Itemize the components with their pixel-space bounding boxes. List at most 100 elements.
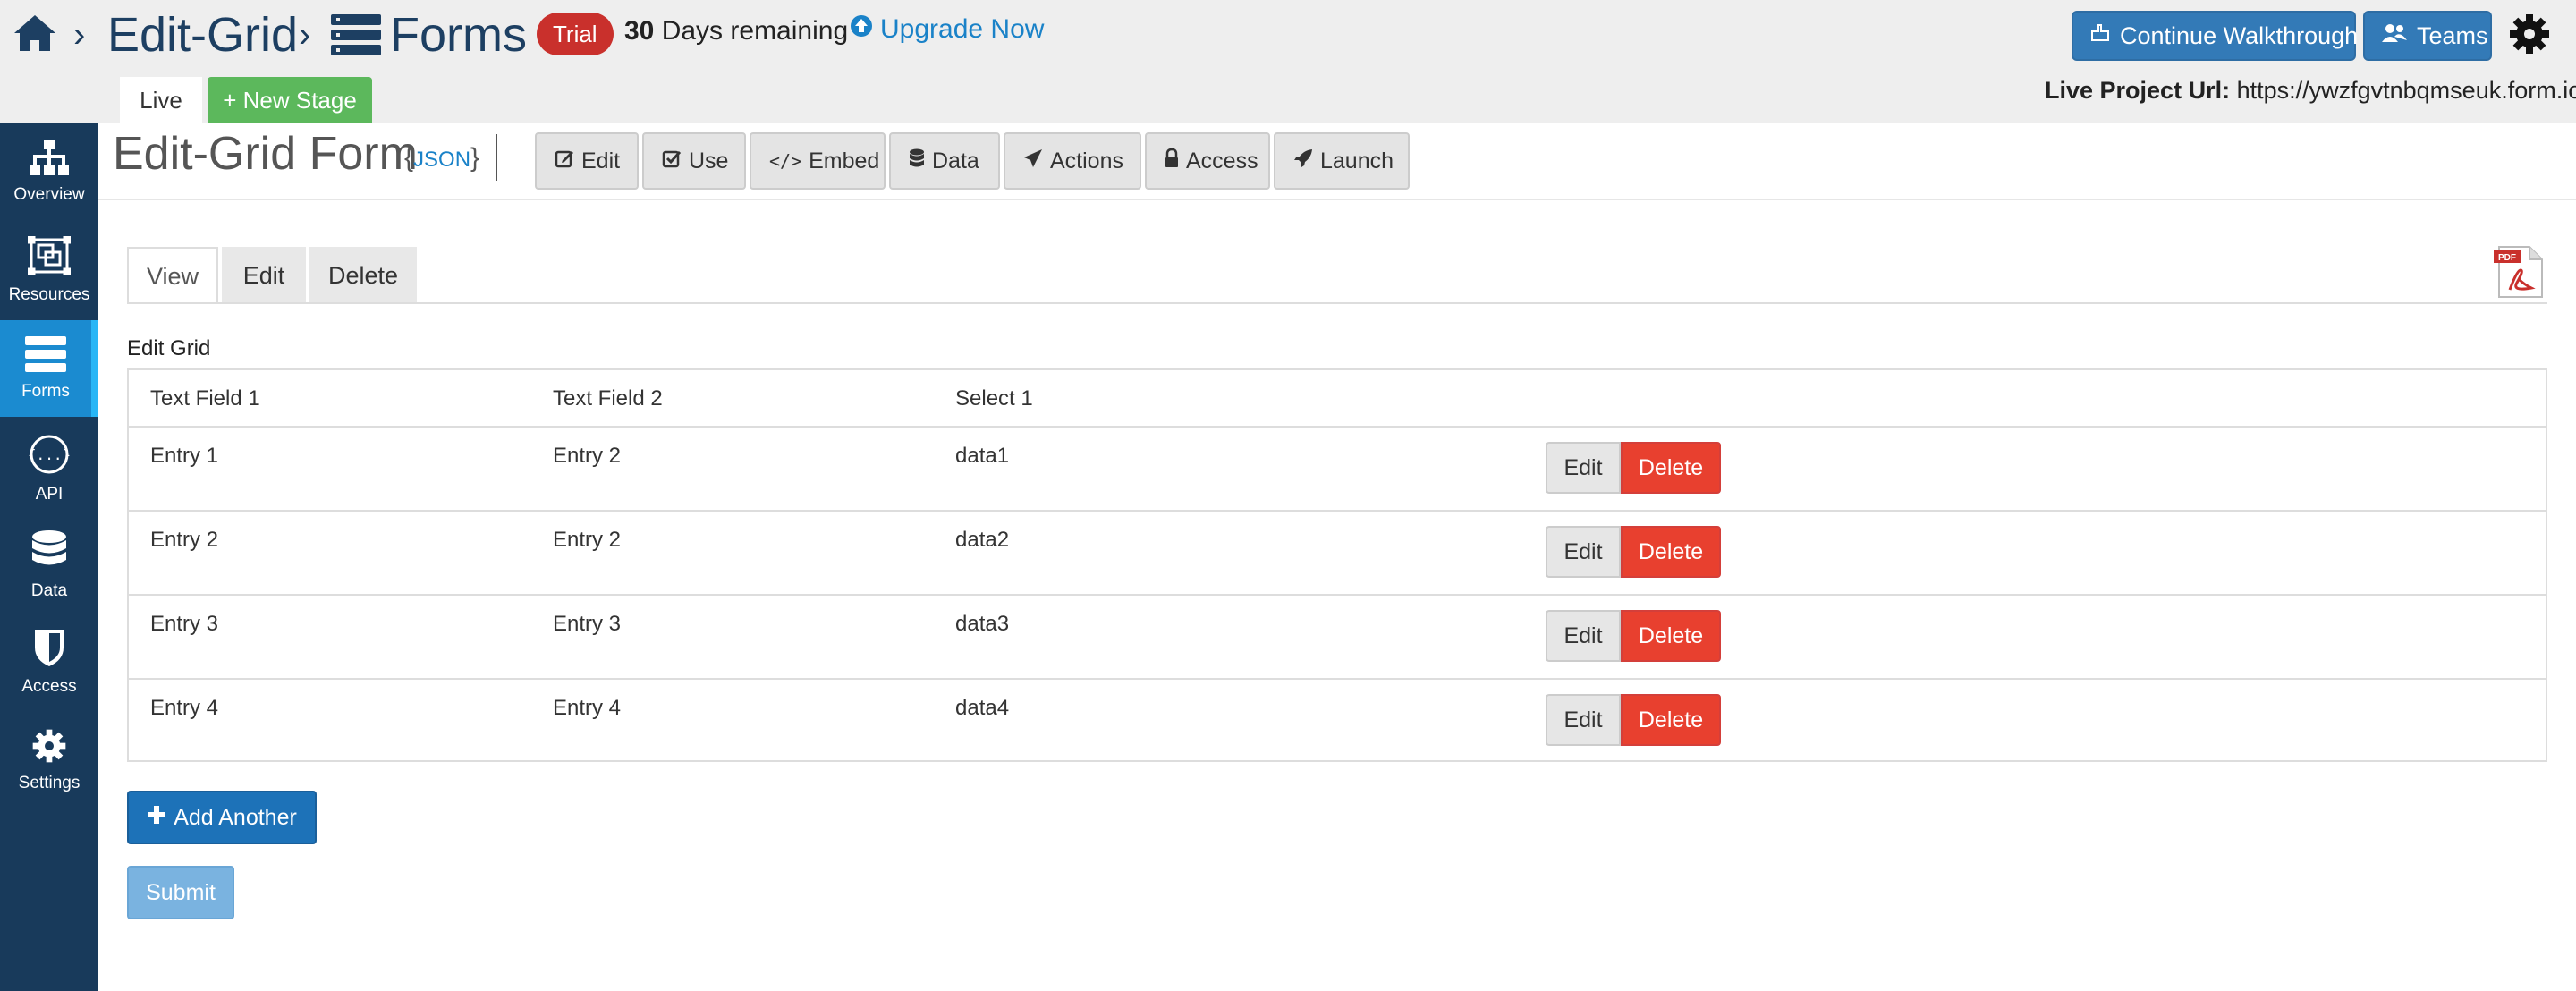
- tab-delete[interactable]: Delete: [309, 247, 417, 304]
- grid-header-cell: Select 1: [955, 386, 1033, 411]
- grid-cell: Entry 4: [150, 696, 219, 720]
- database-icon: [31, 529, 67, 576]
- grid-cell: Entry 2: [553, 528, 622, 552]
- users-icon: [2381, 22, 2408, 50]
- breadcrumb-separator: ›: [73, 14, 86, 55]
- breadcrumb-project[interactable]: Edit-Grid: [107, 0, 298, 70]
- row-actions: Edit Delete: [1546, 694, 1721, 746]
- forms-icon: [25, 335, 66, 377]
- trial-badge: Trial: [537, 13, 614, 55]
- home-icon: [13, 13, 57, 57]
- teams-button[interactable]: Teams: [2363, 11, 2492, 61]
- row-actions: Edit Delete: [1546, 526, 1721, 578]
- continue-walkthrough-button[interactable]: Continue Walkthrough: [2072, 11, 2358, 61]
- add-another-button[interactable]: Add Another: [127, 791, 317, 844]
- sidebar-item-settings[interactable]: Settings: [0, 712, 98, 809]
- new-stage-button[interactable]: + New Stage: [208, 77, 372, 123]
- rocket-icon: [1293, 148, 1313, 174]
- resources-icon: [26, 234, 72, 280]
- arrow-circle-up-icon: [850, 14, 873, 45]
- grid-cell: Entry 3: [553, 612, 622, 636]
- sidebar-item-forms[interactable]: Forms: [0, 320, 98, 417]
- form-nav-actions-button[interactable]: Actions: [1004, 132, 1141, 190]
- grid-cell: data1: [955, 444, 1010, 468]
- form-nav: Edit Use </> Embed Data Actions Access L…: [535, 132, 1410, 190]
- grid-cell: data4: [955, 696, 1010, 720]
- sidebar-item-resources[interactable]: Resources: [0, 222, 98, 318]
- form-nav-embed-button[interactable]: </> Embed: [750, 132, 886, 190]
- sidebar-item-api[interactable]: {...} API: [0, 420, 98, 517]
- grid-row: Entry 1 Entry 2 data1 Edit Delete: [129, 428, 2546, 512]
- record-tabs: View Edit Delete: [127, 247, 417, 304]
- top-bar: › Edit-Grid › Forms Trial 30 Days remain…: [0, 0, 2576, 123]
- row-edit-button[interactable]: Edit: [1546, 694, 1621, 746]
- header-divider: [98, 199, 2576, 200]
- breadcrumb-forms[interactable]: Forms: [331, 0, 527, 70]
- sidebar: Overview Resources Forms {...} API Data …: [0, 123, 98, 991]
- settings-gear-icon[interactable]: [2508, 13, 2551, 60]
- grid-row: Entry 4 Entry 4 data4 Edit Delete: [129, 680, 2546, 764]
- row-edit-button[interactable]: Edit: [1546, 526, 1621, 578]
- row-delete-button[interactable]: Delete: [1621, 442, 1721, 494]
- grid-cell: Entry 1: [150, 444, 219, 468]
- form-nav-access-button[interactable]: Access: [1145, 132, 1270, 190]
- row-delete-button[interactable]: Delete: [1621, 694, 1721, 746]
- live-project-url: Live Project Url: https://ywzfgvtnbqmseu…: [2045, 77, 2576, 105]
- row-actions: Edit Delete: [1546, 610, 1721, 662]
- days-remaining: 30 Days remaining: [624, 16, 849, 46]
- form-nav-data-button[interactable]: Data: [889, 132, 1000, 190]
- grid-header-cell: Text Field 1: [150, 386, 260, 411]
- stage-tab-live[interactable]: Live: [120, 77, 202, 123]
- grid-cell: Entry 3: [150, 612, 219, 636]
- gear-icon: [31, 728, 67, 768]
- form-nav-edit-button[interactable]: Edit: [535, 132, 639, 190]
- grid-cell: Entry 2: [553, 444, 622, 468]
- sidebar-item-overview[interactable]: Overview: [0, 123, 98, 220]
- row-actions: Edit Delete: [1546, 442, 1721, 494]
- title-divider: [496, 134, 497, 181]
- tabs-divider: [127, 302, 2547, 304]
- sidebar-item-access[interactable]: Access: [0, 614, 98, 710]
- svg-text:{...}: {...}: [29, 446, 70, 463]
- shield-icon: [33, 628, 65, 672]
- form-title: Edit-Grid Form: [113, 128, 418, 180]
- grid-cell: Entry 4: [553, 696, 622, 720]
- live-url-value[interactable]: https://ywzfgvtnbqmseuk.form.io: [2237, 77, 2576, 104]
- grid-header: Text Field 1 Text Field 2 Select 1: [129, 370, 2546, 428]
- check-square-icon: [662, 148, 682, 174]
- home-link[interactable]: [13, 0, 57, 70]
- submit-button[interactable]: Submit: [127, 866, 234, 919]
- paper-plane-icon: [1023, 148, 1043, 174]
- sidebar-item-data[interactable]: Data: [0, 517, 98, 614]
- tab-edit[interactable]: Edit: [222, 247, 306, 304]
- sitemap-icon: [30, 139, 69, 180]
- form-nav-launch-button[interactable]: Launch: [1274, 132, 1410, 190]
- grid-row: Entry 3 Entry 3 data3 Edit Delete: [129, 596, 2546, 680]
- edit-icon: [555, 148, 574, 174]
- breadcrumb-separator: ›: [299, 14, 311, 55]
- api-icon: {...}: [28, 434, 71, 479]
- svg-text:PDF: PDF: [2498, 253, 2516, 263]
- json-link[interactable]: {JSON}: [404, 143, 479, 174]
- grid-cell: data3: [955, 612, 1010, 636]
- grid-cell: data2: [955, 528, 1010, 552]
- row-edit-button[interactable]: Edit: [1546, 442, 1621, 494]
- edit-grid-label: Edit Grid: [127, 336, 211, 360]
- edit-grid: Text Field 1 Text Field 2 Select 1 Entry…: [127, 368, 2547, 762]
- database-icon: [909, 148, 925, 174]
- row-delete-button[interactable]: Delete: [1621, 526, 1721, 578]
- hand-pointer-icon: [2089, 22, 2111, 50]
- tab-view[interactable]: View: [127, 247, 218, 304]
- code-icon: </>: [769, 150, 802, 172]
- upgrade-link[interactable]: Upgrade Now: [850, 14, 1044, 45]
- grid-row: Entry 2 Entry 2 data2 Edit Delete: [129, 512, 2546, 596]
- form-nav-use-button[interactable]: Use: [642, 132, 746, 190]
- lock-icon: [1165, 148, 1179, 174]
- forms-icon: [331, 14, 381, 55]
- plus-icon: [147, 805, 166, 831]
- grid-cell: Entry 2: [150, 528, 219, 552]
- row-delete-button[interactable]: Delete: [1621, 610, 1721, 662]
- grid-header-cell: Text Field 2: [553, 386, 663, 411]
- row-edit-button[interactable]: Edit: [1546, 610, 1621, 662]
- pdf-icon[interactable]: PDF: [2490, 243, 2547, 305]
